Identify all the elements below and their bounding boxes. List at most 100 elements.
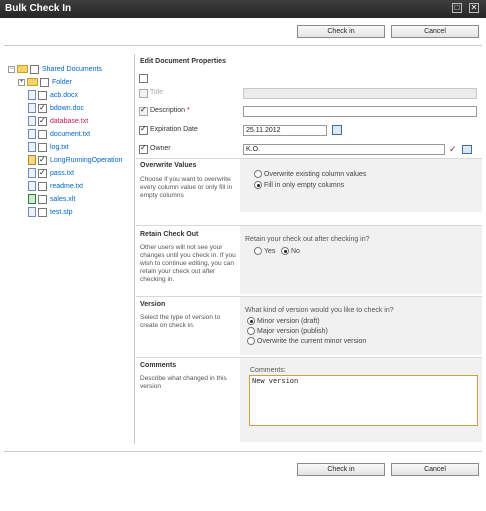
comments-description: Describe what changed in this version bbox=[140, 375, 227, 390]
collapse-icon[interactable]: − bbox=[8, 65, 15, 73]
tree-root[interactable]: − Shared Documents bbox=[8, 64, 102, 76]
comments-heading: Comments bbox=[140, 362, 177, 369]
tree-item[interactable]: LongRunningOperation bbox=[28, 154, 122, 167]
tree-item-checkbox[interactable] bbox=[38, 167, 47, 179]
tree-item[interactable]: readme.txt bbox=[28, 181, 83, 193]
tree-item-checkbox[interactable] bbox=[38, 102, 47, 114]
description-label: Description * bbox=[150, 107, 190, 114]
tree-item-label: document.txt bbox=[50, 131, 91, 138]
vertical-divider bbox=[134, 54, 135, 444]
window-title: Bulk Check In bbox=[5, 3, 72, 14]
description-label-text: Description bbox=[150, 107, 186, 114]
text-file-icon bbox=[28, 142, 36, 153]
option-label: No bbox=[291, 247, 300, 255]
radio-button[interactable] bbox=[247, 327, 255, 335]
tree-item-checkbox[interactable] bbox=[38, 194, 47, 204]
check-in-button-bottom[interactable]: Check in bbox=[297, 463, 385, 476]
tree-item-checkbox[interactable] bbox=[38, 142, 47, 152]
comments-textarea[interactable]: New version bbox=[249, 375, 478, 426]
tree-item[interactable]: database.txt bbox=[28, 115, 89, 128]
title-checkbox bbox=[139, 89, 148, 98]
radio-button[interactable] bbox=[254, 247, 262, 255]
description-input[interactable] bbox=[243, 106, 477, 117]
version-option-minor[interactable]: Minor version (draft) bbox=[247, 317, 320, 325]
address-book-icon[interactable] bbox=[462, 145, 472, 154]
tree-item-label: test.stp bbox=[50, 209, 73, 216]
tree-item-checkbox[interactable] bbox=[38, 181, 47, 191]
retain-question: Retain your check out after checking in? bbox=[245, 236, 370, 243]
version-description: Select the type of version to create on … bbox=[140, 314, 221, 329]
owner-checkbox[interactable] bbox=[139, 143, 148, 154]
title-bar: Bulk Check In □ ✕ bbox=[0, 0, 486, 18]
tree-item[interactable]: log.txt bbox=[28, 142, 69, 154]
retain-no-option[interactable]: No bbox=[281, 247, 300, 255]
option-label: Overwrite existing column values bbox=[264, 170, 367, 178]
tree-item[interactable]: acb.docx bbox=[28, 90, 78, 102]
excel-icon bbox=[28, 194, 36, 205]
retain-description: Other users will not see your changes un… bbox=[140, 244, 236, 283]
tree-item-checkbox[interactable] bbox=[38, 129, 47, 139]
expiration-label: Expiration Date bbox=[150, 126, 198, 133]
option-label: Major version (publish) bbox=[257, 327, 328, 335]
option-label: Yes bbox=[264, 247, 276, 255]
tree-item-label: readme.txt bbox=[50, 183, 84, 190]
option-label: Fill in only empty columns bbox=[264, 181, 345, 189]
tree-item-label: database.txt bbox=[50, 118, 89, 125]
radio-button[interactable] bbox=[281, 247, 289, 255]
tree-root-checkbox[interactable] bbox=[30, 64, 39, 74]
expand-icon[interactable]: + bbox=[18, 78, 25, 86]
select-all-checkbox[interactable] bbox=[139, 74, 148, 83]
tree-item-label: pass.txt bbox=[50, 170, 75, 177]
cancel-button-bottom[interactable]: Cancel bbox=[391, 463, 479, 476]
tree-item[interactable]: document.txt bbox=[28, 129, 90, 141]
retain-heading: Retain Check Out bbox=[140, 231, 199, 238]
close-icon[interactable]: ✕ bbox=[469, 3, 479, 13]
retain-yes-option[interactable]: Yes bbox=[254, 247, 275, 255]
required-mark: * bbox=[186, 107, 190, 114]
description-checkbox bbox=[139, 105, 148, 116]
overwrite-option-empty[interactable]: Fill in only empty columns bbox=[254, 181, 344, 189]
tree-item[interactable]: sales.xlt bbox=[28, 194, 75, 206]
tree-item[interactable]: bdown.doc bbox=[28, 102, 84, 115]
calendar-icon[interactable] bbox=[332, 125, 342, 135]
version-section-bg bbox=[240, 297, 482, 355]
option-label: Minor version (draft) bbox=[257, 317, 320, 325]
expiration-checkbox[interactable] bbox=[139, 124, 148, 135]
radio-button[interactable] bbox=[247, 317, 255, 325]
tree-item-checkbox[interactable] bbox=[38, 207, 47, 217]
version-option-major[interactable]: Major version (publish) bbox=[247, 327, 328, 335]
tree-item-checkbox[interactable] bbox=[40, 77, 49, 87]
check-in-button-top[interactable]: Check in bbox=[297, 25, 385, 38]
radio-button[interactable] bbox=[247, 337, 255, 345]
tree-item-label: sales.xlt bbox=[50, 196, 76, 203]
tree-item[interactable]: pass.txt bbox=[28, 167, 75, 180]
overwrite-heading: Overwrite Values bbox=[140, 162, 197, 169]
version-option-overwrite[interactable]: Overwrite the current minor version bbox=[247, 337, 366, 345]
overwrite-option-existing[interactable]: Overwrite existing column values bbox=[254, 170, 366, 178]
tree-item-checkbox[interactable] bbox=[38, 115, 47, 127]
document-icon bbox=[28, 90, 36, 101]
tree-root-label: Shared Documents bbox=[42, 66, 102, 73]
radio-button[interactable] bbox=[254, 181, 262, 189]
tree-item-checkbox[interactable] bbox=[38, 90, 47, 100]
owner-input[interactable]: K.O. bbox=[243, 144, 445, 155]
section-divider bbox=[136, 158, 482, 159]
properties-heading: Edit Document Properties bbox=[140, 58, 226, 65]
tree-item-folder[interactable]: + Folder bbox=[18, 77, 72, 89]
title-input bbox=[243, 88, 477, 99]
radio-button[interactable] bbox=[254, 170, 262, 178]
tree-item-checkbox[interactable] bbox=[38, 154, 47, 166]
expiration-date-input[interactable]: 25.11.2012 bbox=[243, 125, 327, 136]
version-heading: Version bbox=[140, 301, 166, 308]
title-label: Title bbox=[150, 89, 163, 96]
option-label: Overwrite the current minor version bbox=[257, 337, 367, 345]
maximize-icon[interactable]: □ bbox=[452, 3, 462, 13]
tree-item-label: log.txt bbox=[50, 144, 69, 151]
bottom-divider bbox=[4, 451, 482, 452]
version-question: What kind of version would you like to c… bbox=[245, 307, 394, 314]
check-names-icon[interactable]: ✓ bbox=[449, 144, 457, 155]
text-file-icon bbox=[28, 116, 36, 127]
tree-item[interactable]: test.stp bbox=[28, 207, 73, 219]
locked-file-icon bbox=[28, 155, 36, 166]
cancel-button-top[interactable]: Cancel bbox=[391, 25, 479, 38]
